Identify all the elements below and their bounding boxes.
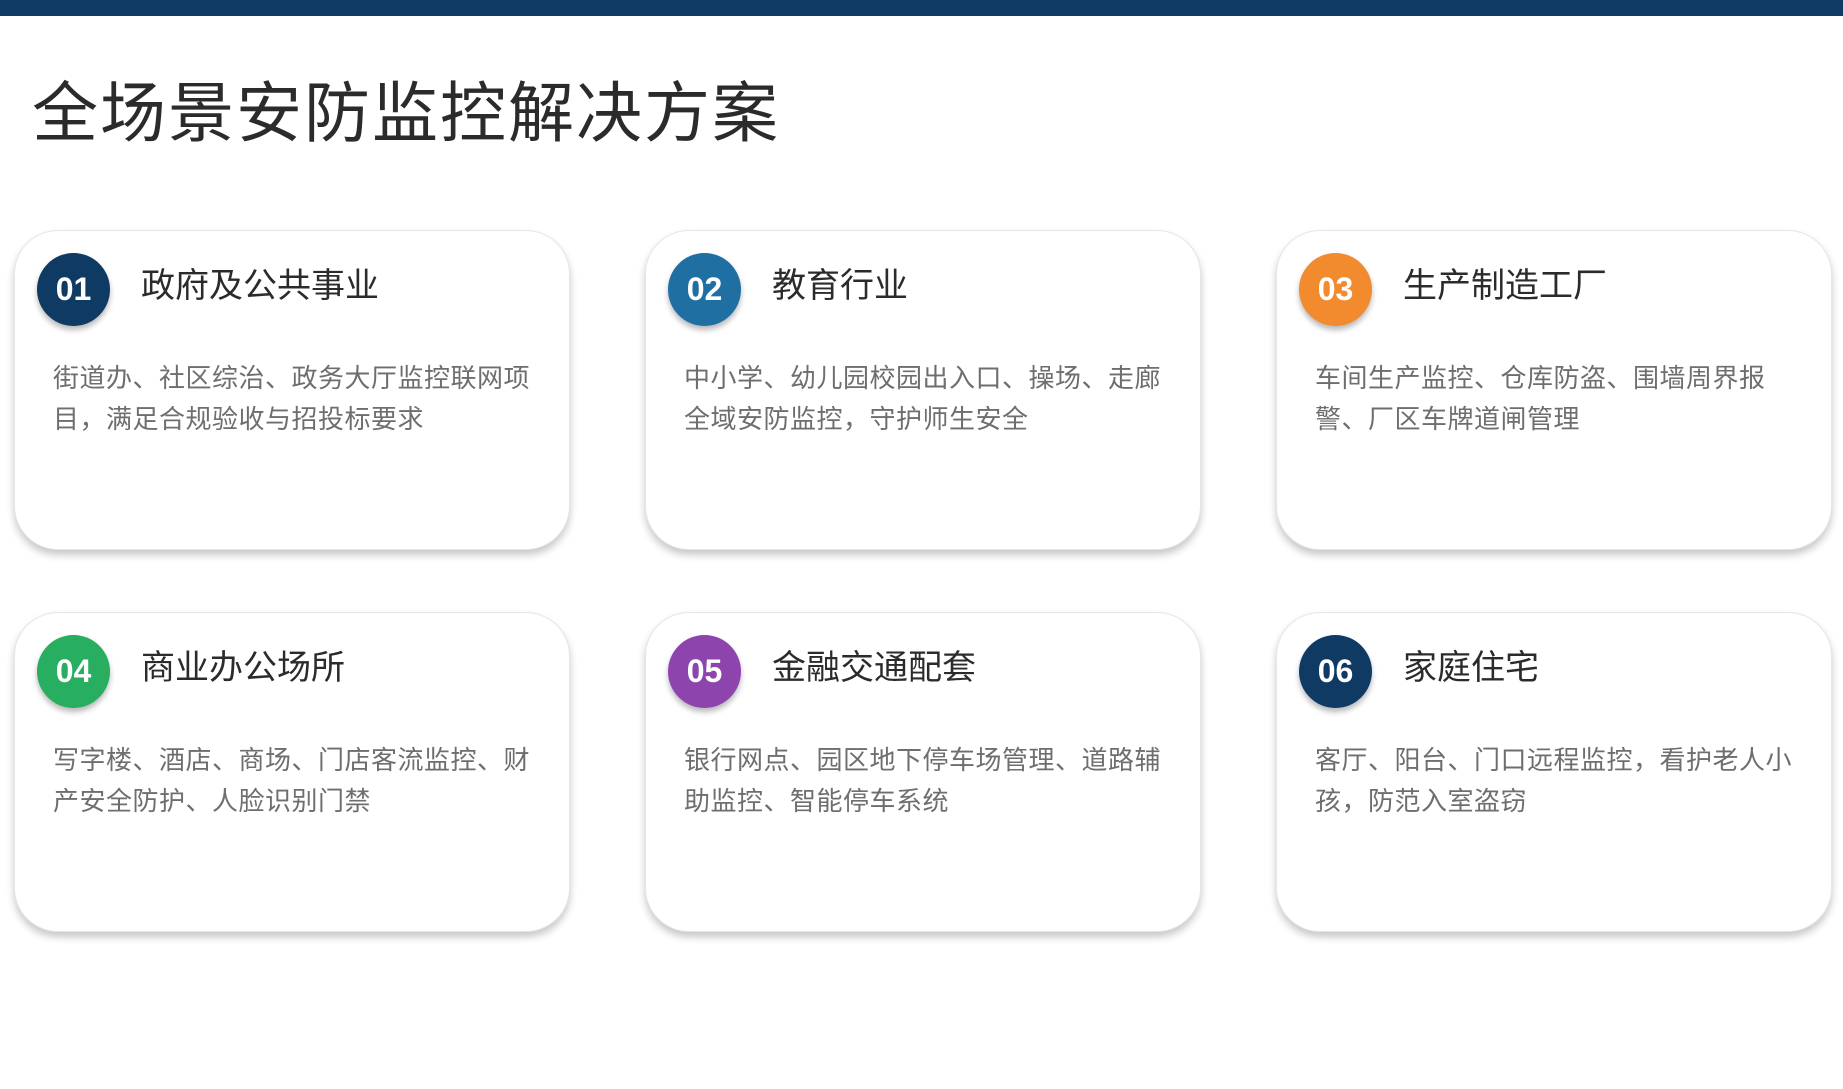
card-description: 客厅、阳台、门口远程监控，看护老人小孩，防范入室盗窃: [1315, 746, 1793, 817]
card-number-badge: 01: [37, 253, 110, 326]
solution-card-4: 04 商业办公场所 写字楼、酒店、商场、门店客流监控、财产安全防护、人脸识别门禁: [14, 612, 570, 932]
top-accent-bar: [0, 0, 1843, 16]
card-number-badge: 04: [37, 635, 110, 708]
solution-card-2: 02 教育行业 中小学、幼儿园校园出入口、操场、走廊全域安防监控，守护师生安全: [645, 230, 1201, 550]
solution-card-1: 01 政府及公共事业 街道办、社区综治、政务大厅监控联网项目，满足合规验收与招投…: [14, 230, 570, 550]
card-number-badge: 03: [1299, 253, 1372, 326]
card-title: 金融交通配套: [772, 648, 976, 688]
solution-card-3: 03 生产制造工厂 车间生产监控、仓库防盗、围墙周界报警、厂区车牌道闸管理: [1276, 230, 1832, 550]
card-number-badge: 05: [668, 635, 741, 708]
card-description: 车间生产监控、仓库防盗、围墙周界报警、厂区车牌道闸管理: [1315, 364, 1766, 435]
card-number-badge: 02: [668, 253, 741, 326]
card-description: 写字楼、酒店、商场、门店客流监控、财产安全防护、人脸识别门禁: [53, 746, 531, 817]
card-description: 街道办、社区综治、政务大厅监控联网项目，满足合规验收与招投标要求: [53, 364, 531, 435]
solution-card-6: 06 家庭住宅 客厅、阳台、门口远程监控，看护老人小孩，防范入室盗窃: [1276, 612, 1832, 932]
card-description: 中小学、幼儿园校园出入口、操场、走廊全域安防监控，守护师生安全: [684, 364, 1162, 435]
card-number-badge: 06: [1299, 635, 1372, 708]
card-title: 家庭住宅: [1403, 648, 1539, 688]
card-title: 政府及公共事业: [141, 266, 379, 306]
card-title: 教育行业: [772, 266, 908, 306]
card-description: 银行网点、园区地下停车场管理、道路辅助监控、智能停车系统: [684, 746, 1162, 817]
page-title: 全场景安防监控解决方案: [32, 75, 780, 152]
solution-card-5: 05 金融交通配套 银行网点、园区地下停车场管理、道路辅助监控、智能停车系统: [645, 612, 1201, 932]
card-title: 商业办公场所: [141, 648, 345, 688]
card-title: 生产制造工厂: [1403, 266, 1607, 306]
